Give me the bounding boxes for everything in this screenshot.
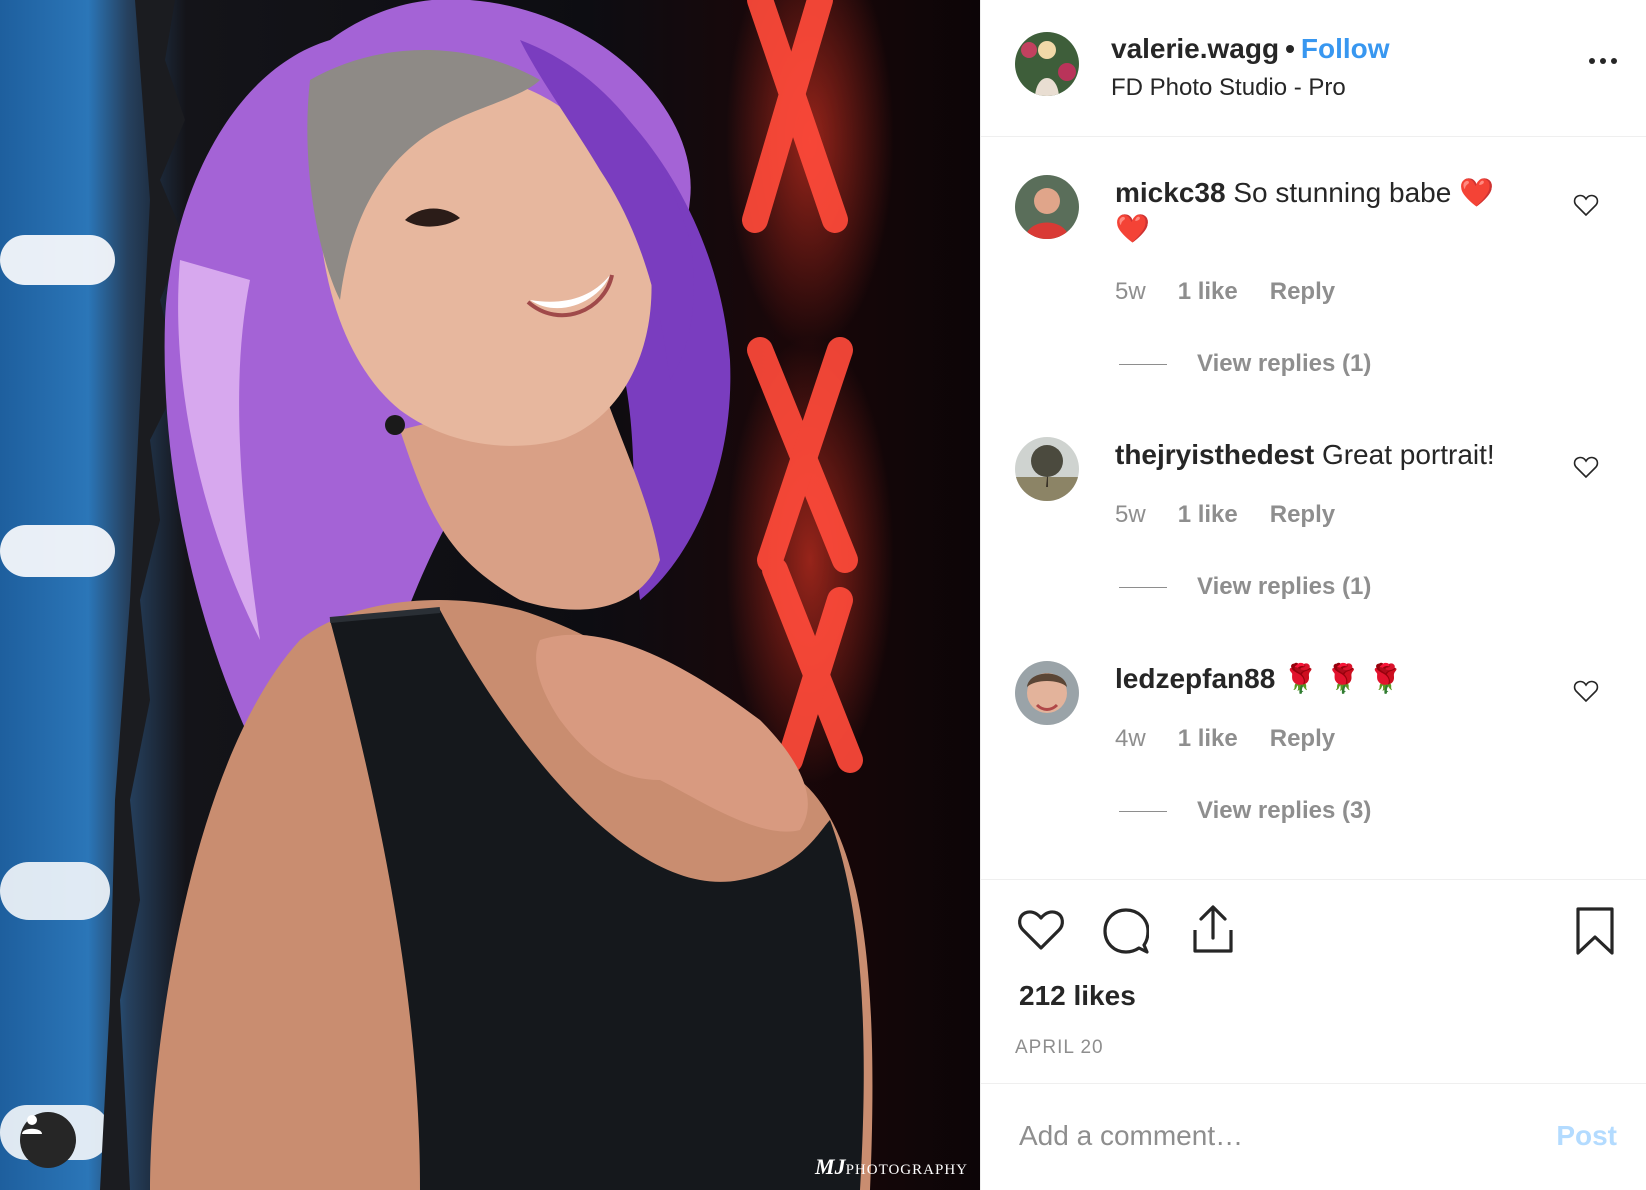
comment-input[interactable] <box>1019 1114 1519 1158</box>
replies-line <box>1119 587 1167 589</box>
view-replies-button[interactable]: View replies (3) <box>1119 797 1371 825</box>
view-replies-button[interactable]: View replies (1) <box>1119 350 1371 378</box>
comment-likes[interactable]: 1 like <box>1178 725 1238 752</box>
reply-button[interactable]: Reply <box>1270 501 1335 528</box>
user-tag-button[interactable] <box>20 1112 76 1168</box>
add-comment-bar: Post <box>981 1083 1646 1190</box>
view-replies-button[interactable]: View replies (1) <box>1119 573 1371 601</box>
commenter-avatar[interactable] <box>1015 661 1079 725</box>
commenter-avatar-image <box>1015 661 1079 725</box>
more-dot <box>1600 58 1606 64</box>
watermark-text: PHOTOGRAPHY <box>845 1162 968 1178</box>
post-comment-button[interactable]: Post <box>1556 1120 1617 1152</box>
comment-age[interactable]: 5w <box>1115 501 1146 528</box>
post-header: valerie.wagg • Follow FD Photo Studio - Pr… <box>981 0 1646 137</box>
portrait-illustration <box>0 0 873 1190</box>
post-actions: 212 likes APRIL 20 <box>981 879 1646 1083</box>
watermark-mark: MJ <box>815 1154 846 1179</box>
comment-text: mickc38 So stunning babe ❤️ ❤️ <box>1115 175 1505 247</box>
comments-list[interactable]: mickc38 So stunning babe ❤️ ❤️ 5w 1 like R… <box>981 137 1646 879</box>
more-dot <box>1611 58 1617 64</box>
heart-icon[interactable] <box>1017 908 1065 952</box>
author-avatar[interactable] <box>1015 32 1079 96</box>
comment-body: 🌹 🌹 🌹 <box>1283 663 1404 694</box>
author-username[interactable]: valerie.wagg <box>1111 33 1279 64</box>
replies-line <box>1119 811 1167 813</box>
commenter-avatar-image <box>1015 437 1079 501</box>
commenter-avatar[interactable] <box>1015 437 1079 501</box>
author-line: valerie.wagg • Follow <box>1111 33 1390 65</box>
comment-meta: 5w 1 like Reply <box>1115 278 1367 306</box>
header-separator: • <box>1285 33 1295 64</box>
comment-like-heart-icon[interactable] <box>1573 455 1599 479</box>
more-dot <box>1589 58 1595 64</box>
more-options-icon[interactable] <box>1589 58 1617 64</box>
view-replies-label: View replies (1) <box>1197 350 1372 377</box>
share-upload-icon[interactable] <box>1191 904 1235 954</box>
comment-likes[interactable]: 1 like <box>1178 278 1238 305</box>
post-photo[interactable]: MJPHOTOGRAPHY <box>0 0 980 1190</box>
view-replies-label: View replies (1) <box>1197 573 1372 600</box>
author-avatar-image <box>1015 32 1079 96</box>
comment-username[interactable]: thejryisthedest <box>1115 439 1314 470</box>
commenter-avatar-image <box>1015 175 1079 239</box>
reply-button[interactable]: Reply <box>1270 278 1335 305</box>
comment-like-heart-icon[interactable] <box>1573 193 1599 217</box>
comment-age[interactable]: 5w <box>1115 278 1146 305</box>
comment-username[interactable]: ledzepfan88 <box>1115 663 1275 694</box>
comment-like-heart-icon[interactable] <box>1573 679 1599 703</box>
commenter-avatar[interactable] <box>1015 175 1079 239</box>
comment-username[interactable]: mickc38 <box>1115 177 1226 208</box>
comment-body: Great portrait! <box>1321 439 1495 470</box>
replies-line <box>1119 364 1167 366</box>
reply-button[interactable]: Reply <box>1270 725 1335 752</box>
view-replies-label: View replies (3) <box>1197 797 1372 824</box>
post-date[interactable]: APRIL 20 <box>1015 1037 1104 1059</box>
person-icon <box>22 1115 42 1134</box>
comment-text: ledzepfan88 🌹 🌹 🌹 <box>1115 661 1505 697</box>
photo-watermark: MJPHOTOGRAPHY <box>815 1154 968 1180</box>
comment-text: thejryisthedest Great portrait! <box>1115 437 1505 473</box>
bookmark-icon[interactable] <box>1575 906 1615 956</box>
likes-count[interactable]: 212 likes <box>1019 980 1136 1012</box>
follow-button[interactable]: Follow <box>1301 33 1390 64</box>
comment-age[interactable]: 4w <box>1115 725 1146 752</box>
post-side-panel: valerie.wagg • Follow FD Photo Studio - Pr… <box>980 0 1646 1190</box>
comment-likes[interactable]: 1 like <box>1178 501 1238 528</box>
comment-bubble-icon[interactable] <box>1103 908 1149 954</box>
post-location[interactable]: FD Photo Studio - Pro <box>1111 74 1346 102</box>
comment-meta: 5w 1 like Reply <box>1115 501 1367 529</box>
comment-meta: 4w 1 like Reply <box>1115 725 1367 753</box>
